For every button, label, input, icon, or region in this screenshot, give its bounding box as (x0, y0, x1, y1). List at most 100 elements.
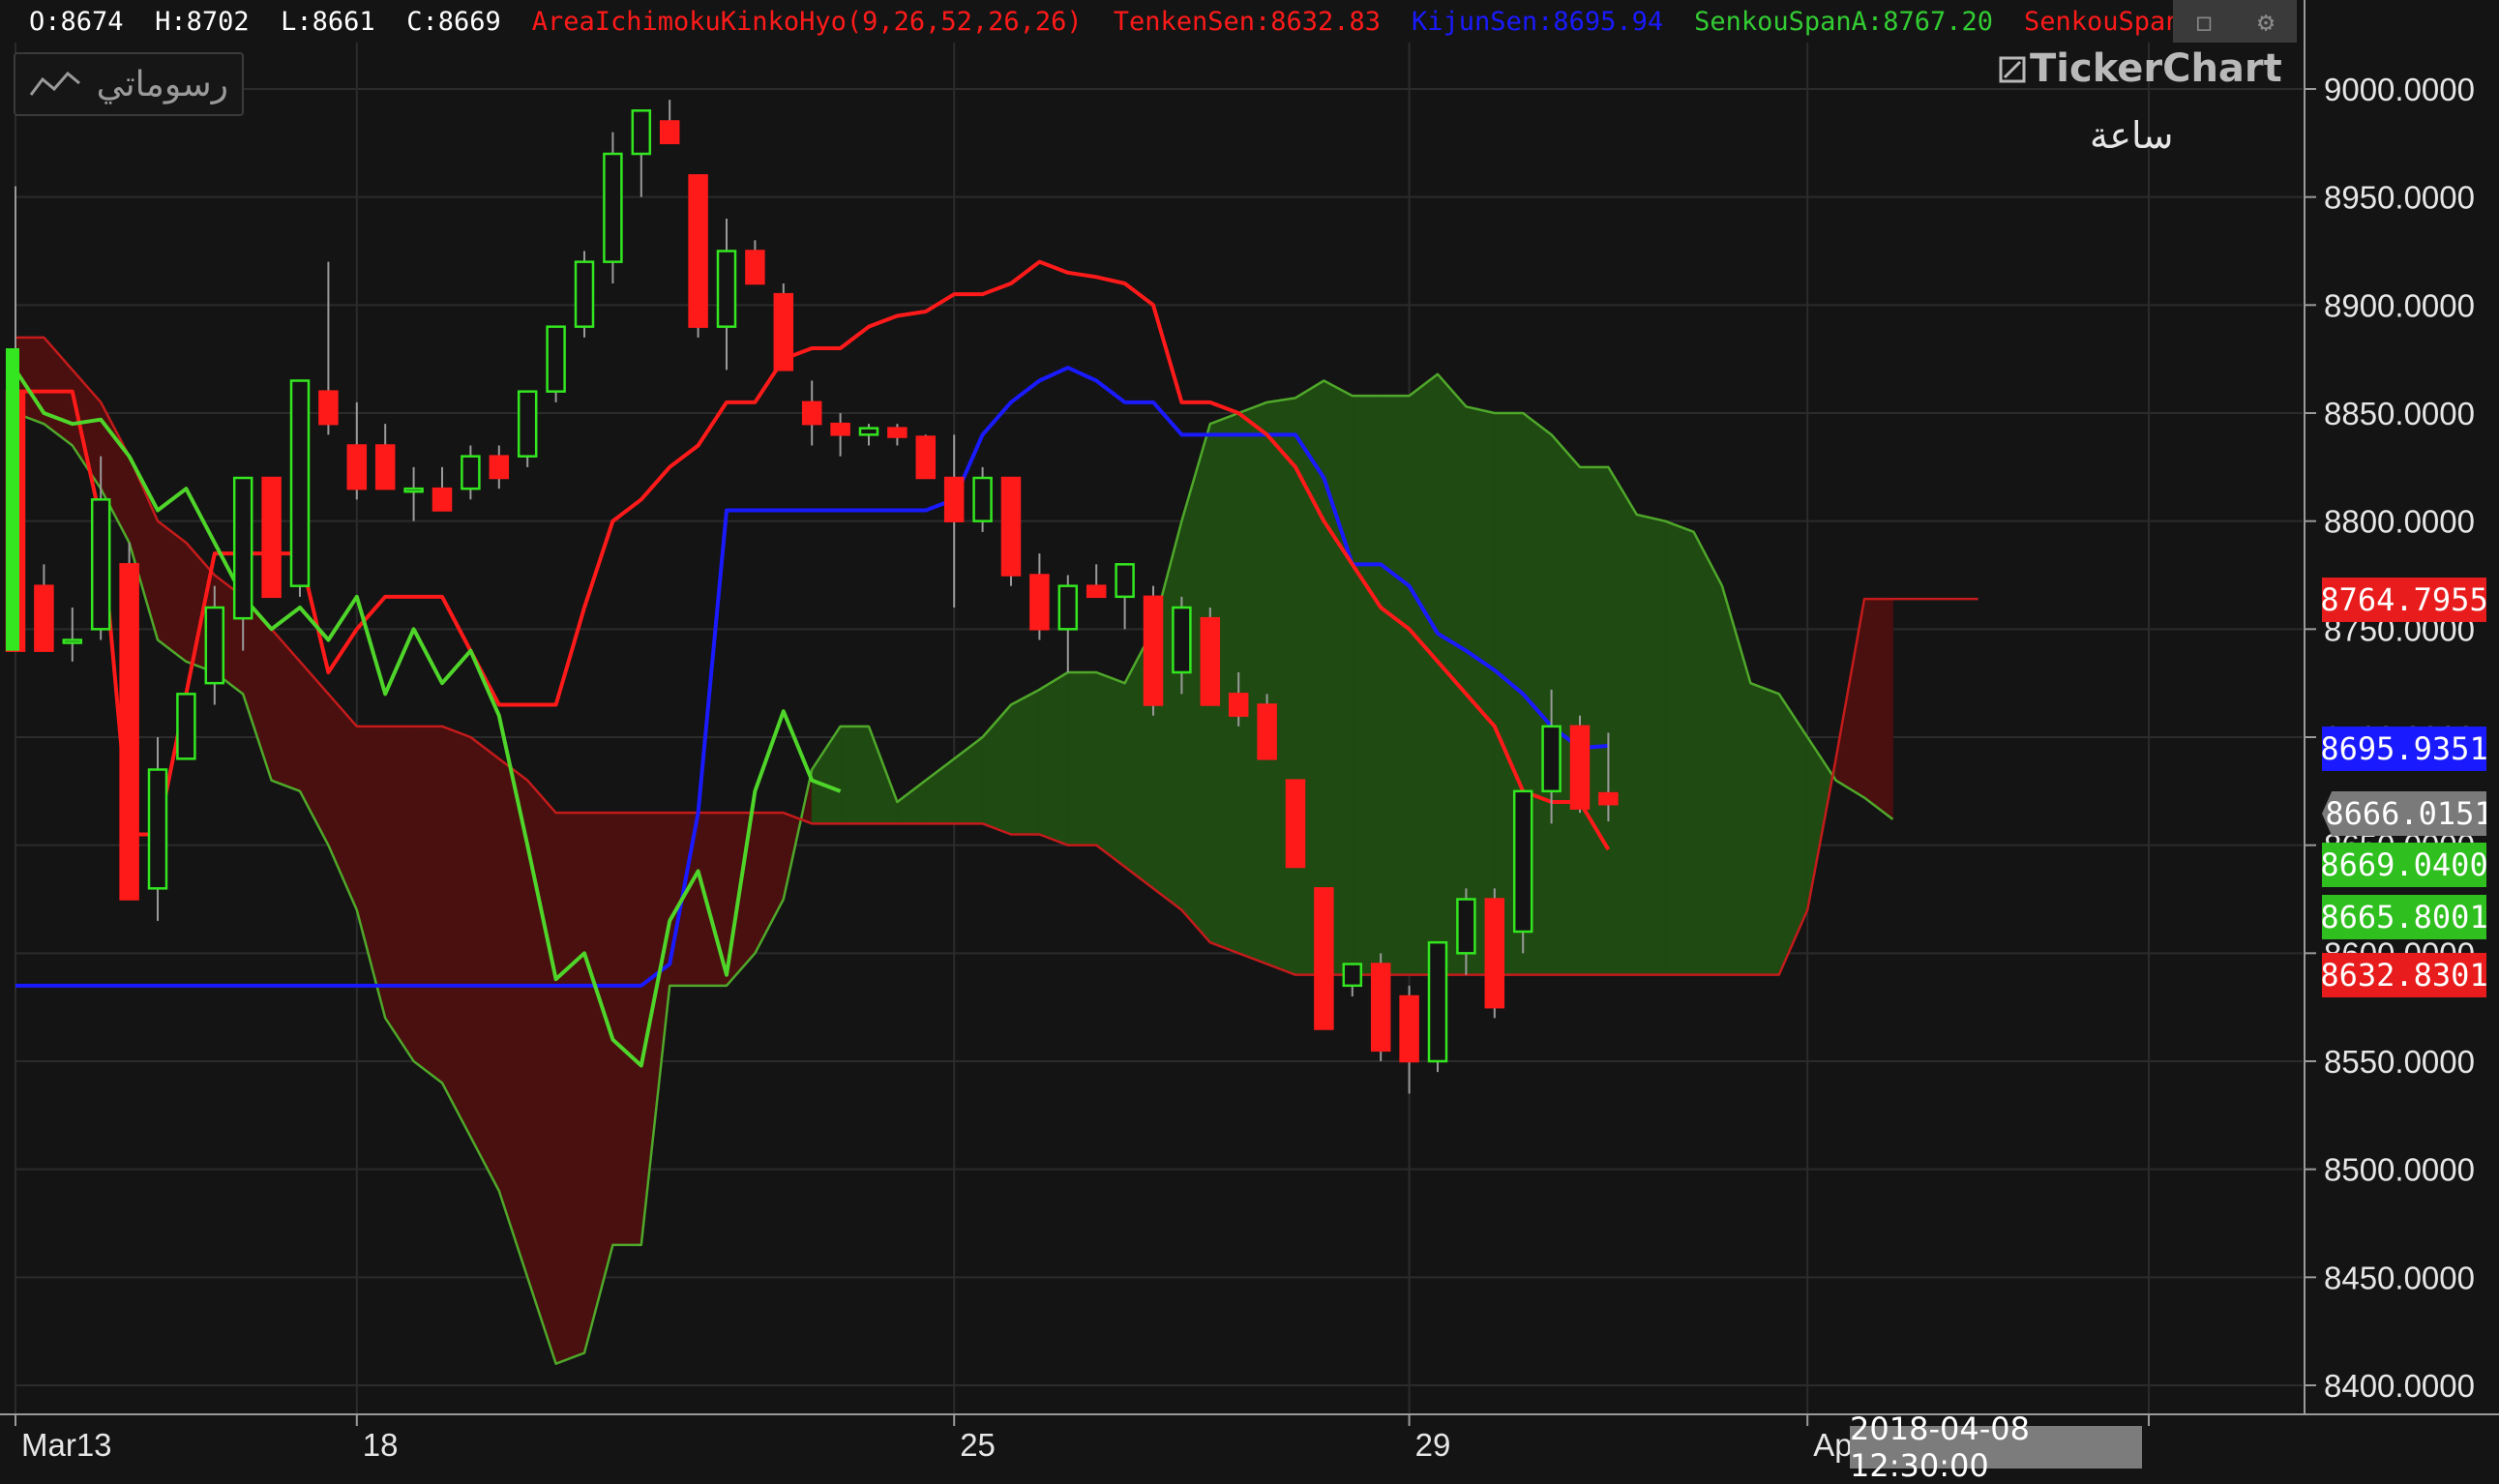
candle-body (1427, 940, 1448, 1063)
candle-body (972, 476, 993, 522)
price-tag-senkou-a: 8665.8001 (2320, 895, 2488, 939)
cloud-segment (1551, 433, 1581, 976)
candle-body (489, 455, 510, 480)
candle-body (574, 260, 595, 328)
cloud-segment (1266, 397, 1296, 976)
price-tag-tenkan: 8632.8301 (2320, 953, 2488, 997)
cloud-segment (611, 812, 642, 1246)
candle-body (461, 455, 481, 490)
cloud-segment (1067, 671, 1097, 846)
candle-body (858, 427, 879, 436)
open-value: O:8674 (29, 6, 124, 37)
tickerchart-logo: TickerChart (1999, 46, 2282, 91)
ichimoku-cloud (15, 336, 1978, 1365)
cloud-segment (413, 726, 443, 1084)
cloud-segment (1664, 519, 1695, 976)
legend-kijun-sen: KijunSen:8695.94 (1412, 6, 1664, 37)
cloud-segment (157, 519, 187, 663)
crosshair-time-tag: 2018-04-08 12:30:00 (1850, 1410, 2142, 1484)
candle-body (1228, 693, 1249, 717)
price-tag-last: 8666.0151 (2322, 791, 2486, 836)
candle-body (1086, 584, 1107, 599)
candle-body (1456, 898, 1476, 955)
cloud-segment (1409, 372, 1439, 976)
candle-body (745, 250, 765, 285)
my-drawings-label: رسوماتي (96, 64, 228, 104)
candle-body (176, 693, 196, 760)
candle-body (1314, 887, 1334, 1030)
candle-body (943, 476, 965, 522)
candle-body (1000, 476, 1022, 577)
close-value: C:8669 (406, 6, 501, 37)
price-tick-label: 8800.0000 (2324, 504, 2475, 540)
cloud-segment (1352, 395, 1382, 976)
candle-body (147, 768, 168, 890)
legend-senkou-span-a: SenkouSpanA:8767.20 (1694, 6, 1993, 37)
cloud-segment (1636, 514, 1666, 976)
candle-body (1484, 898, 1505, 1009)
cloud-segment (1778, 692, 1808, 975)
window-buttons: ◻ ⚙ (2173, 0, 2297, 43)
legend-tenkan-sen: TenkenSen:8632.83 (1113, 6, 1382, 37)
cloud-segment (1323, 379, 1354, 976)
cloud-segment (555, 812, 585, 1365)
candle-body (374, 444, 396, 490)
legend-senkou-span-b: SenkouSpan (2023, 6, 2182, 37)
candle-body (546, 325, 566, 393)
candle-body (716, 250, 737, 328)
cloud-segment (1038, 671, 1069, 846)
gear-icon[interactable]: ⚙ (2258, 6, 2275, 38)
my-drawings-button[interactable]: رسوماتي (14, 52, 244, 116)
cloud-segment (498, 757, 528, 1278)
candle-body (261, 476, 282, 599)
cloud-segment (896, 779, 927, 824)
candle-body (431, 487, 453, 512)
candle-body (659, 120, 680, 145)
cloud-segment (811, 725, 842, 824)
candle-body (34, 584, 54, 652)
cloud-segment (1010, 689, 1040, 835)
candle-body (1342, 963, 1363, 988)
low-value: L:8661 (281, 6, 375, 37)
interval-label: ساعة (2090, 114, 2174, 157)
candle-body (801, 401, 822, 426)
candle-body (1541, 725, 1562, 793)
cloud-segment (1607, 465, 1638, 976)
cloud-segment (953, 735, 984, 824)
candle-body (119, 563, 139, 901)
time-tick-label: Mar13 (21, 1427, 112, 1463)
logo-text: TickerChart (2030, 46, 2282, 91)
cloud-segment (1863, 598, 1893, 820)
candle-body (1399, 994, 1419, 1063)
candle-body (204, 606, 225, 685)
candle-body (1172, 606, 1192, 674)
candle-body (346, 444, 368, 490)
legend-indicator-name: AreaIchimokuKinkoHyo(9,26,52,26,26) (531, 6, 1083, 37)
candle-body (603, 152, 623, 263)
window-restore-icon[interactable]: ◻ (2196, 6, 2213, 38)
candle-body (1257, 703, 1277, 760)
price-tick-label: 8550.0000 (2324, 1044, 2475, 1080)
time-tick-label: 25 (960, 1427, 996, 1463)
candle-body (688, 174, 708, 328)
price-tag-senkou-b: 8764.7955 (2320, 578, 2488, 622)
cloud-segment (840, 726, 870, 824)
cloud-segment (441, 726, 471, 1138)
candle-body (1569, 725, 1591, 810)
indicator-legend: O:8674 H:8702 L:8661 C:8669 AreaIchimoku… (0, 0, 2206, 43)
chart-area[interactable]: 9000.0000 8950.0000 8900.0000 8850.0000 8800… (0, 0, 2499, 1471)
cloud-segment (1237, 401, 1268, 965)
candle-body (403, 487, 424, 493)
candle-body (1143, 595, 1164, 706)
line-chart-icon (29, 71, 80, 96)
cloud-segment (754, 812, 785, 954)
cloud-segment (469, 735, 500, 1192)
candle-body (62, 638, 83, 644)
price-tag-kijun: 8695.9351 (2320, 727, 2488, 771)
price-tick-label: 8500.0000 (2324, 1152, 2475, 1188)
candle-body (1285, 779, 1306, 869)
candle-body (318, 390, 339, 426)
candle-body (773, 292, 794, 371)
candle-body (232, 476, 253, 620)
candle-body (1370, 963, 1391, 1053)
